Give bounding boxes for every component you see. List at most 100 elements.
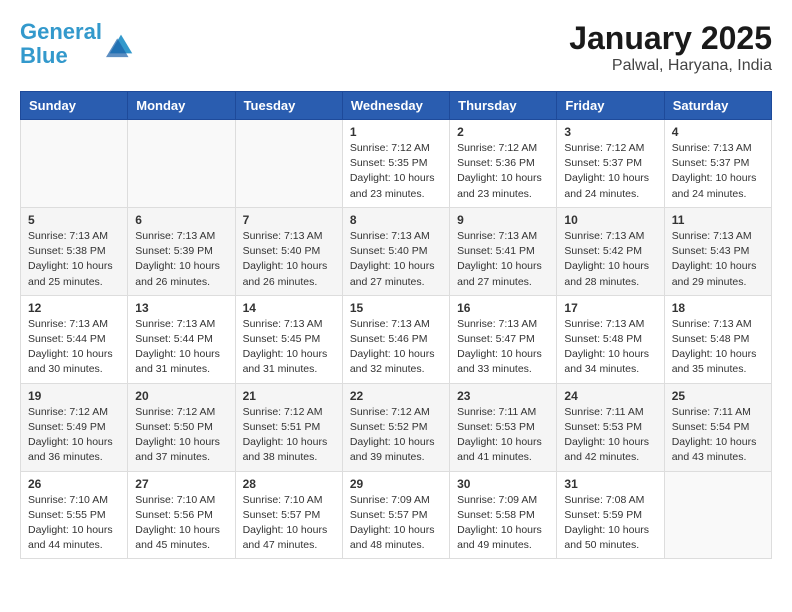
logo-text: General Blue xyxy=(20,20,102,68)
day-info: Sunrise: 7:12 AMSunset: 5:36 PMDaylight:… xyxy=(457,141,549,202)
calendar-cell: 5 Sunrise: 7:13 AMSunset: 5:38 PMDaylight… xyxy=(21,207,128,295)
day-number: 15 xyxy=(350,301,442,315)
day-number: 22 xyxy=(350,389,442,403)
calendar-cell: 11 Sunrise: 7:13 AMSunset: 5:43 PMDayligh… xyxy=(664,207,771,295)
day-number: 12 xyxy=(28,301,120,315)
day-number: 10 xyxy=(564,213,656,227)
day-info: Sunrise: 7:11 AMSunset: 5:54 PMDaylight:… xyxy=(672,405,764,466)
day-number: 5 xyxy=(28,213,120,227)
logo: General Blue xyxy=(20,20,136,68)
calendar-cell: 24 Sunrise: 7:11 AMSunset: 5:53 PMDayligh… xyxy=(557,383,664,471)
calendar-cell: 14 Sunrise: 7:13 AMSunset: 5:45 PMDayligh… xyxy=(235,295,342,383)
day-number: 29 xyxy=(350,477,442,491)
day-info: Sunrise: 7:11 AMSunset: 5:53 PMDaylight:… xyxy=(564,405,656,466)
calendar-cell: 13 Sunrise: 7:13 AMSunset: 5:44 PMDayligh… xyxy=(128,295,235,383)
day-number: 24 xyxy=(564,389,656,403)
day-info: Sunrise: 7:12 AMSunset: 5:51 PMDaylight:… xyxy=(243,405,335,466)
calendar-cell: 23 Sunrise: 7:11 AMSunset: 5:53 PMDayligh… xyxy=(450,383,557,471)
logo-icon xyxy=(106,29,136,59)
calendar-cell xyxy=(664,471,771,559)
calendar-cell: 18 Sunrise: 7:13 AMSunset: 5:48 PMDayligh… xyxy=(664,295,771,383)
day-number: 14 xyxy=(243,301,335,315)
day-number: 8 xyxy=(350,213,442,227)
day-number: 21 xyxy=(243,389,335,403)
calendar-cell: 7Sunrise: 7:13 AMSunset: 5:40 PMDaylight… xyxy=(235,207,342,295)
day-info: Sunrise: 7:12 AMSunset: 5:52 PMDaylight:… xyxy=(350,405,442,466)
calendar-cell: 17 Sunrise: 7:13 AMSunset: 5:48 PMDayligh… xyxy=(557,295,664,383)
calendar-cell xyxy=(235,120,342,208)
day-number: 31 xyxy=(564,477,656,491)
weekday-header-wednesday: Wednesday xyxy=(342,92,449,120)
day-info: Sunrise: 7:13 AMSunset: 5:41 PMDaylight:… xyxy=(457,229,549,290)
weekday-header-friday: Friday xyxy=(557,92,664,120)
day-info: Sunrise: 7:13 AMSunset: 5:42 PMDaylight:… xyxy=(564,229,656,290)
day-info: Sunrise: 7:10 AMSunset: 5:56 PMDaylight:… xyxy=(135,493,227,554)
day-info: Sunrise: 7:13 AMSunset: 5:43 PMDaylight:… xyxy=(672,229,764,290)
header: General Blue January 2025 Palwal, Haryan… xyxy=(20,20,772,75)
weekday-header-monday: Monday xyxy=(128,92,235,120)
calendar-cell: 3 Sunrise: 7:12 AMSunset: 5:37 PMDaylight… xyxy=(557,120,664,208)
day-info: Sunrise: 7:12 AMSunset: 5:35 PMDaylight:… xyxy=(350,141,442,202)
day-info: Sunrise: 7:11 AMSunset: 5:53 PMDaylight:… xyxy=(457,405,549,466)
calendar-cell: 31Sunrise: 7:08 AMSunset: 5:59 PMDayligh… xyxy=(557,471,664,559)
day-number: 19 xyxy=(28,389,120,403)
day-info: Sunrise: 7:13 AMSunset: 5:44 PMDaylight:… xyxy=(28,317,120,378)
day-info: Sunrise: 7:13 AMSunset: 5:47 PMDaylight:… xyxy=(457,317,549,378)
calendar-cell: 4Sunrise: 7:13 AMSunset: 5:37 PMDaylight… xyxy=(664,120,771,208)
calendar-cell: 9Sunrise: 7:13 AMSunset: 5:41 PMDaylight… xyxy=(450,207,557,295)
day-number: 25 xyxy=(672,389,764,403)
day-info: Sunrise: 7:13 AMSunset: 5:39 PMDaylight:… xyxy=(135,229,227,290)
day-number: 17 xyxy=(564,301,656,315)
day-info: Sunrise: 7:13 AMSunset: 5:38 PMDaylight:… xyxy=(28,229,120,290)
day-info: Sunrise: 7:12 AMSunset: 5:49 PMDaylight:… xyxy=(28,405,120,466)
title-block: January 2025 Palwal, Haryana, India xyxy=(569,20,772,75)
day-info: Sunrise: 7:13 AMSunset: 5:44 PMDaylight:… xyxy=(135,317,227,378)
day-info: Sunrise: 7:12 AMSunset: 5:37 PMDaylight:… xyxy=(564,141,656,202)
day-number: 18 xyxy=(672,301,764,315)
calendar-cell: 28 Sunrise: 7:10 AMSunset: 5:57 PMDayligh… xyxy=(235,471,342,559)
calendar-cell: 22 Sunrise: 7:12 AMSunset: 5:52 PMDayligh… xyxy=(342,383,449,471)
calendar-table: SundayMondayTuesdayWednesdayThursdayFrid… xyxy=(20,91,772,559)
day-info: Sunrise: 7:13 AMSunset: 5:48 PMDaylight:… xyxy=(672,317,764,378)
calendar-title: January 2025 xyxy=(569,20,772,57)
day-number: 28 xyxy=(243,477,335,491)
weekday-header-sunday: Sunday xyxy=(21,92,128,120)
calendar-cell: 10 Sunrise: 7:13 AMSunset: 5:42 PMDayligh… xyxy=(557,207,664,295)
day-info: Sunrise: 7:09 AMSunset: 5:57 PMDaylight:… xyxy=(350,493,442,554)
day-number: 27 xyxy=(135,477,227,491)
weekday-header-row: SundayMondayTuesdayWednesdayThursdayFrid… xyxy=(21,92,772,120)
day-number: 3 xyxy=(564,125,656,139)
day-number: 2 xyxy=(457,125,549,139)
day-number: 16 xyxy=(457,301,549,315)
calendar-cell: 27 Sunrise: 7:10 AMSunset: 5:56 PMDayligh… xyxy=(128,471,235,559)
day-number: 4 xyxy=(672,125,764,139)
day-info: Sunrise: 7:13 AMSunset: 5:48 PMDaylight:… xyxy=(564,317,656,378)
day-number: 23 xyxy=(457,389,549,403)
day-info: Sunrise: 7:13 AMSunset: 5:45 PMDaylight:… xyxy=(243,317,335,378)
calendar-cell: 25 Sunrise: 7:11 AMSunset: 5:54 PMDayligh… xyxy=(664,383,771,471)
logo-blue: Blue xyxy=(20,43,68,68)
page: General Blue January 2025 Palwal, Haryan… xyxy=(0,0,792,569)
day-number: 1 xyxy=(350,125,442,139)
day-number: 11 xyxy=(672,213,764,227)
day-info: Sunrise: 7:13 AMSunset: 5:46 PMDaylight:… xyxy=(350,317,442,378)
calendar-cell: 15 Sunrise: 7:13 AMSunset: 5:46 PMDayligh… xyxy=(342,295,449,383)
calendar-cell xyxy=(21,120,128,208)
calendar-cell: 16 Sunrise: 7:13 AMSunset: 5:47 PMDayligh… xyxy=(450,295,557,383)
day-number: 30 xyxy=(457,477,549,491)
day-info: Sunrise: 7:10 AMSunset: 5:55 PMDaylight:… xyxy=(28,493,120,554)
calendar-subtitle: Palwal, Haryana, India xyxy=(569,57,772,75)
week-row-5: 26 Sunrise: 7:10 AMSunset: 5:55 PMDayligh… xyxy=(21,471,772,559)
calendar-cell: 30Sunrise: 7:09 AMSunset: 5:58 PMDayligh… xyxy=(450,471,557,559)
day-info: Sunrise: 7:12 AMSunset: 5:50 PMDaylight:… xyxy=(135,405,227,466)
day-info: Sunrise: 7:10 AMSunset: 5:57 PMDaylight:… xyxy=(243,493,335,554)
calendar-cell: 19 Sunrise: 7:12 AMSunset: 5:49 PMDayligh… xyxy=(21,383,128,471)
day-number: 26 xyxy=(28,477,120,491)
weekday-header-thursday: Thursday xyxy=(450,92,557,120)
day-number: 7 xyxy=(243,213,335,227)
day-number: 13 xyxy=(135,301,227,315)
day-info: Sunrise: 7:13 AMSunset: 5:40 PMDaylight:… xyxy=(350,229,442,290)
calendar-cell: 21 Sunrise: 7:12 AMSunset: 5:51 PMDayligh… xyxy=(235,383,342,471)
weekday-header-tuesday: Tuesday xyxy=(235,92,342,120)
calendar-cell: 8 Sunrise: 7:13 AMSunset: 5:40 PMDaylight… xyxy=(342,207,449,295)
